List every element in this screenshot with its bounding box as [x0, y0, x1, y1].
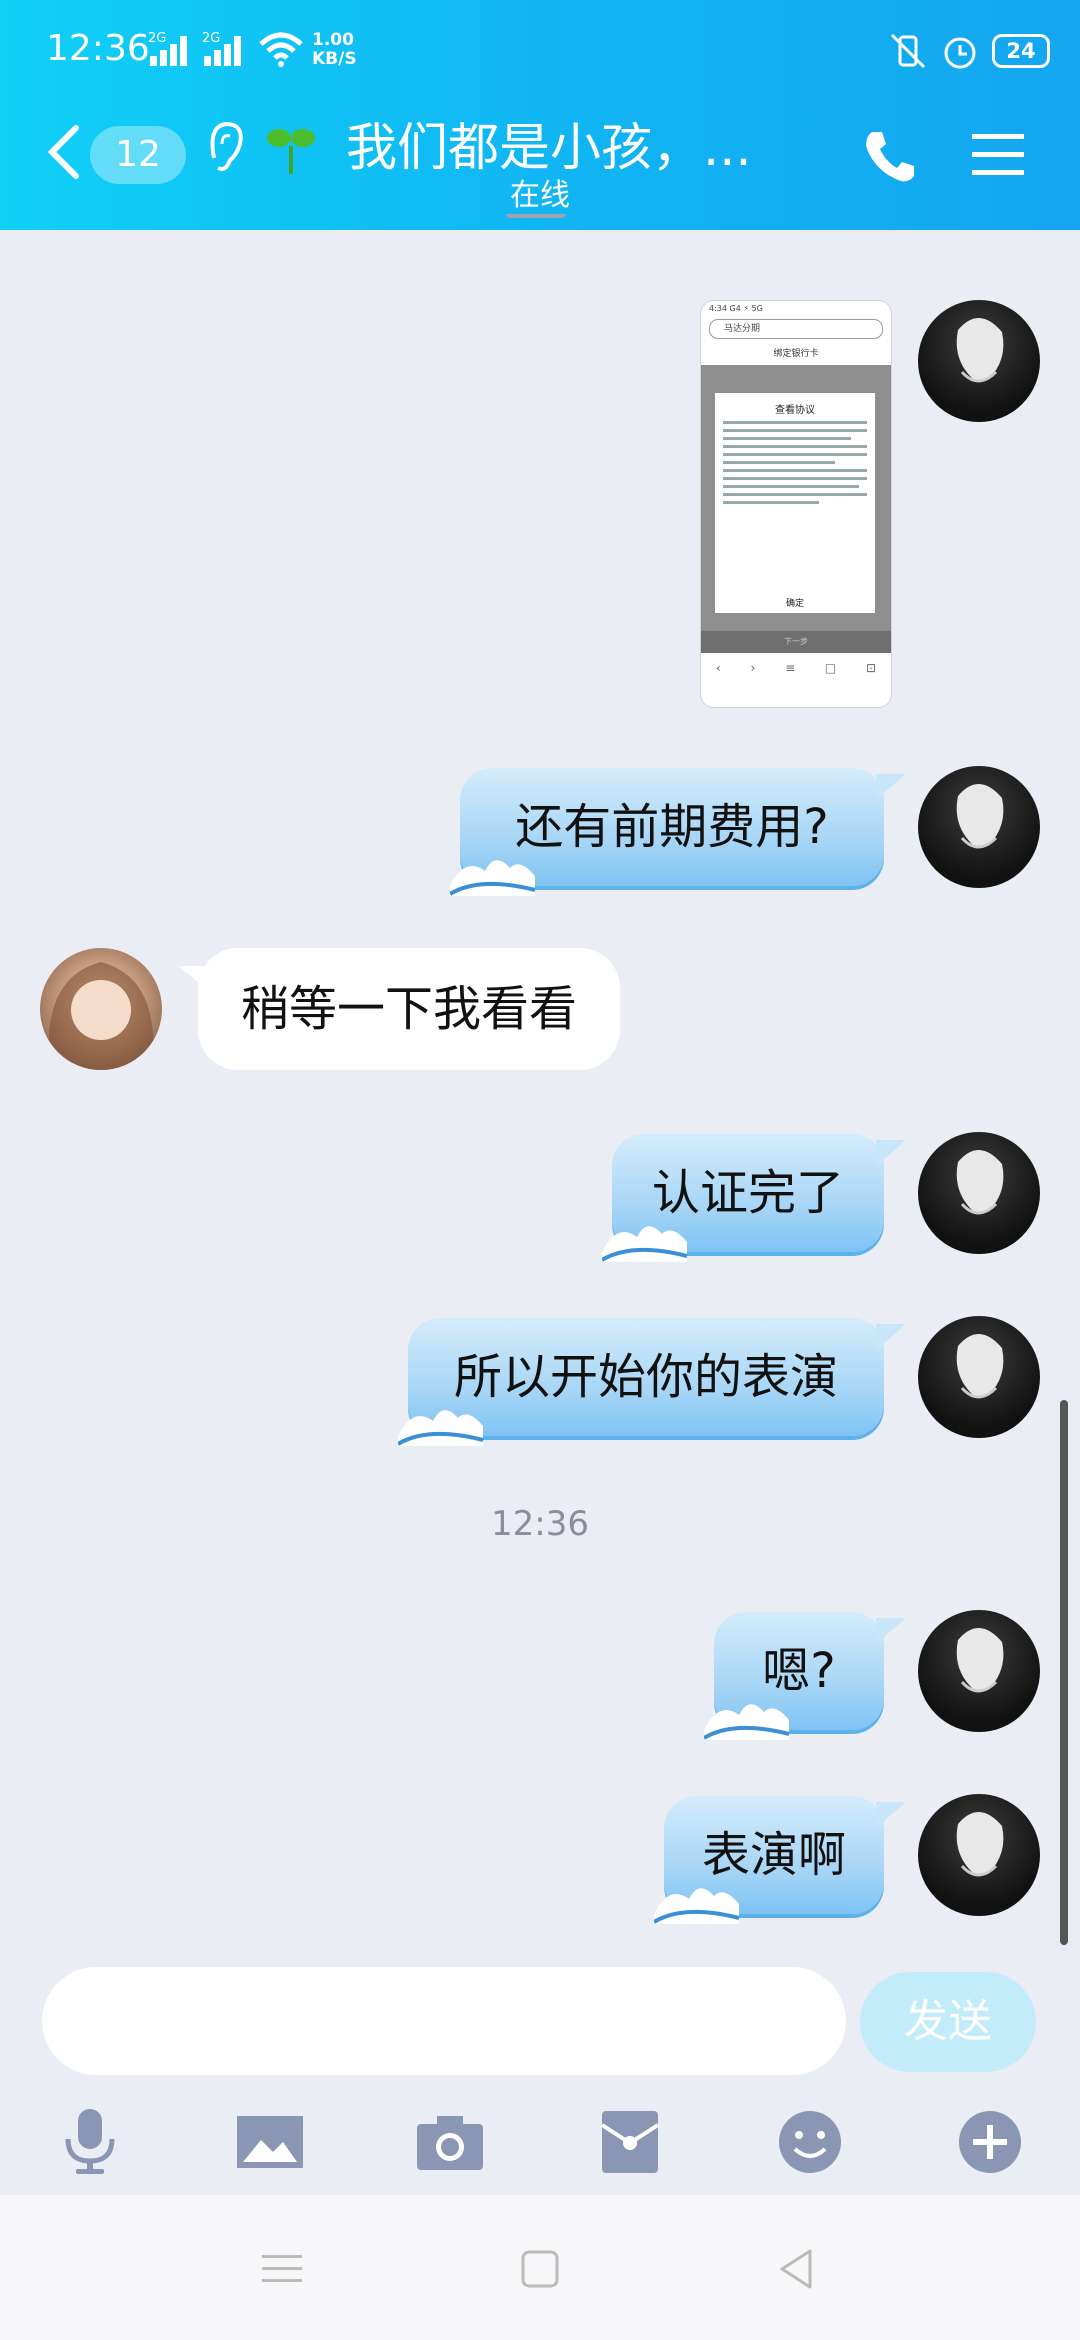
- chat-title[interactable]: 我们都是小孩，...: [346, 106, 752, 180]
- contact-avatar[interactable]: [40, 948, 162, 1070]
- image-icon: [237, 2116, 303, 2168]
- message-bubble-incoming[interactable]: 稍等一下我看看: [178, 948, 620, 1070]
- signal-icon: 2G: [148, 31, 187, 66]
- mute-vibrate-icon: [890, 33, 926, 69]
- voice-button[interactable]: [50, 2102, 130, 2182]
- timestamp-separator: 12:36: [491, 1504, 589, 1544]
- thumb-next: 下一步: [701, 631, 891, 653]
- status-right: 24: [888, 28, 1050, 74]
- back-arrow-icon[interactable]: [44, 122, 84, 182]
- red-packet-icon: [600, 2111, 660, 2173]
- partial-timestamp: [500, 214, 570, 230]
- online-status: 在线: [510, 178, 570, 213]
- message-text: 稍等一下我看看: [240, 981, 577, 1037]
- wave-decoration-icon: [398, 1410, 484, 1446]
- message-bubble-outgoing[interactable]: 还有前期费用?: [450, 768, 906, 896]
- signal-icon: 2G: [202, 31, 241, 66]
- unread-count-badge[interactable]: 12: [90, 126, 186, 184]
- my-avatar[interactable]: [918, 1794, 1040, 1916]
- wave-decoration-icon: [602, 1226, 688, 1262]
- home-square-icon: [521, 2250, 559, 2288]
- emoji-button[interactable]: [770, 2102, 850, 2182]
- sprout-icon: [267, 129, 315, 174]
- thumb-dialog: 查看协议 确定: [715, 393, 875, 613]
- message-bubble-outgoing[interactable]: 所以开始你的表演: [398, 1318, 906, 1446]
- svg-text:2G: 2G: [148, 31, 166, 46]
- wave-decoration-icon: [654, 1888, 740, 1924]
- thumb-search: 马达分期: [709, 319, 883, 339]
- menu-lines-icon: [262, 2255, 302, 2282]
- triangle-back-icon: [780, 2249, 812, 2289]
- svg-text:2G: 2G: [202, 31, 220, 46]
- message-input[interactable]: [42, 1967, 846, 2075]
- battery-indicator: 24: [992, 34, 1050, 68]
- plus-icon: [959, 2111, 1021, 2173]
- thumb-status: 4:34 G4 ⚡ 5G: [709, 304, 763, 313]
- image-message-thumbnail[interactable]: 4:34 G4 ⚡ 5G 马达分期 绑定银行卡 查看协议 确定 下一步 ‹ › ≡ □…: [700, 300, 892, 708]
- message-text: 还有前期费用?: [515, 799, 829, 855]
- ear-icon[interactable]: [204, 118, 248, 178]
- thumb-nav: ‹ › ≡ □ ⊡: [715, 661, 877, 675]
- thumb-body: 绑定银行卡 查看协议 确定: [701, 343, 891, 653]
- alarm-icon: [944, 37, 976, 69]
- phone-icon[interactable]: [860, 126, 920, 186]
- image-button[interactable]: [230, 2102, 310, 2182]
- system-back-button[interactable]: [766, 2239, 826, 2299]
- message-bubble-outgoing[interactable]: 表演啊: [654, 1796, 906, 1924]
- my-avatar[interactable]: [918, 766, 1040, 888]
- thumb-dialog-title: 查看协议: [775, 405, 815, 416]
- thumb-ok: 确定: [785, 599, 804, 609]
- nav-row: 12 我们都是小孩，... 在线: [0, 100, 1080, 230]
- network-speed: 1.00 KB/S: [312, 31, 357, 69]
- camera-icon: [417, 2116, 483, 2170]
- message-text: 所以开始你的表演: [453, 1349, 838, 1405]
- chat-header: 12:36 2G 2G 1.00 KB/S 24 12 我们都是小孩，... 在…: [0, 0, 1080, 230]
- camera-button[interactable]: [410, 2102, 490, 2182]
- recent-apps-button[interactable]: [252, 2239, 312, 2299]
- my-avatar[interactable]: [918, 1132, 1040, 1254]
- home-button[interactable]: [510, 2239, 570, 2299]
- chat-scrollbar[interactable]: [1060, 1400, 1068, 1945]
- status-time: 12:36: [46, 28, 150, 69]
- wave-decoration-icon: [450, 860, 536, 896]
- more-button[interactable]: [950, 2102, 1030, 2182]
- input-toolbar: [0, 2090, 1080, 2200]
- send-button[interactable]: 发送: [860, 1972, 1036, 2072]
- my-avatar[interactable]: [918, 300, 1040, 422]
- wave-decoration-icon: [704, 1704, 790, 1740]
- net-speed-unit: KB/S: [312, 49, 357, 69]
- microphone-icon: [65, 2109, 115, 2174]
- wifi-icon: [259, 32, 303, 67]
- system-navigation-bar: [0, 2195, 1080, 2340]
- my-avatar[interactable]: [918, 1316, 1040, 1438]
- thumb-page-title: 绑定银行卡: [701, 343, 891, 365]
- my-avatar[interactable]: [918, 1610, 1040, 1732]
- net-speed-value: 1.00: [312, 30, 354, 50]
- emoji-icon: [779, 2111, 841, 2173]
- menu-icon[interactable]: [970, 130, 1026, 180]
- status-bar: 12:36 2G 2G 1.00 KB/S 24: [0, 0, 1080, 100]
- message-bubble-outgoing[interactable]: 认证完了: [602, 1134, 906, 1262]
- message-bubble-outgoing[interactable]: 嗯?: [704, 1612, 906, 1740]
- red-packet-button[interactable]: [590, 2102, 670, 2182]
